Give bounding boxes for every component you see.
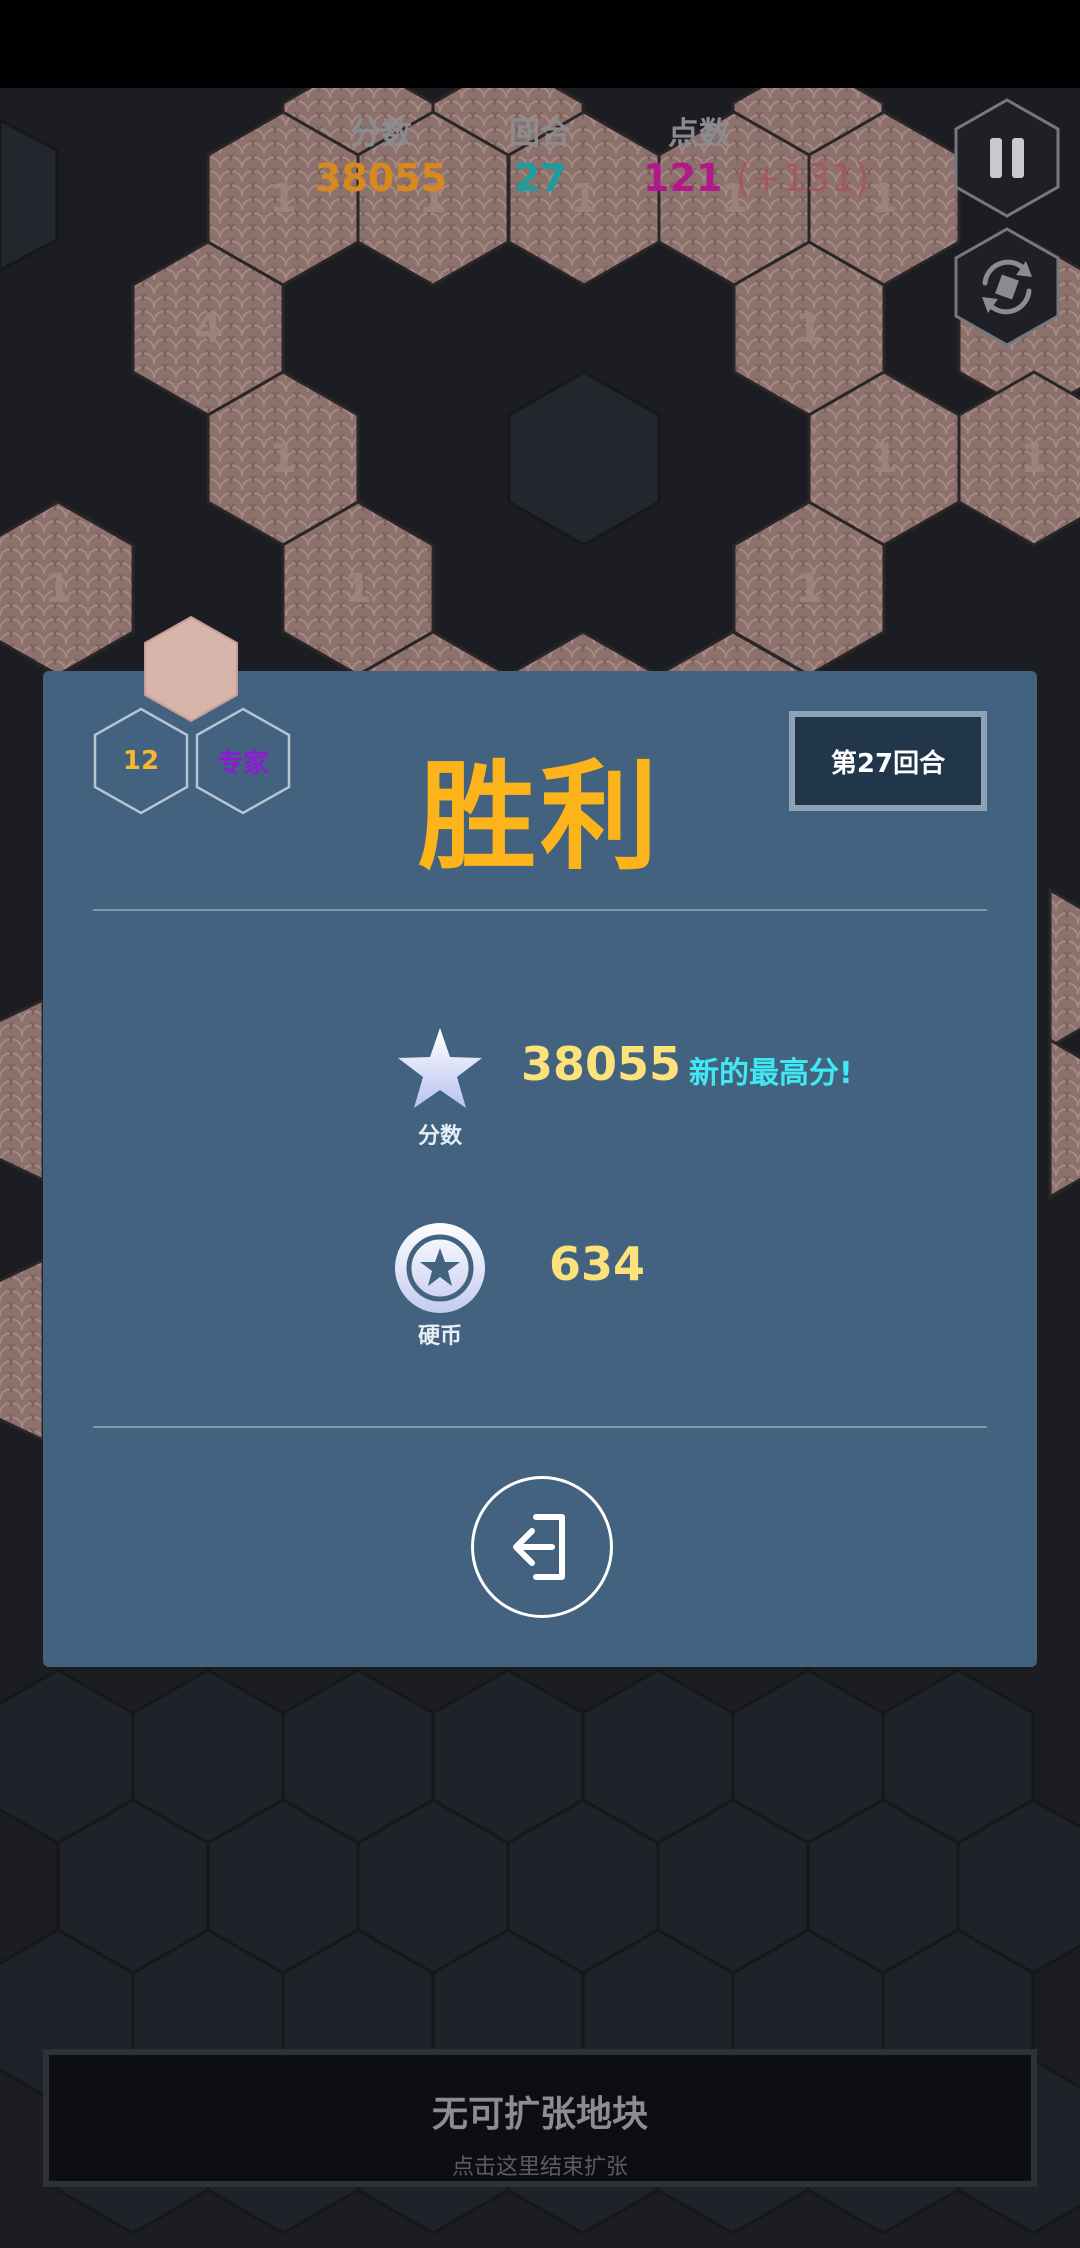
tile-number: 1 [795, 566, 823, 612]
coins-caption: 硬币 [417, 1324, 462, 1349]
round-value: 27 [513, 156, 567, 200]
bottom-divider [93, 1426, 987, 1428]
pause-button[interactable] [952, 98, 1062, 218]
tile-number: 1 [1020, 436, 1048, 482]
tile-number: 1 [795, 306, 823, 352]
star-icon [398, 1028, 482, 1108]
final-score: 38055 [521, 1037, 682, 1091]
tile-number: 1 [344, 566, 372, 612]
end-expansion-button[interactable]: 无可扩张地块 点击这里结束扩张 [43, 2049, 1037, 2187]
new-best-label: 新的最高分! [689, 1056, 853, 1091]
tile-number: 1 [269, 436, 297, 482]
points-display: 121 (+131) [619, 156, 923, 200]
footer-subtitle: 点击这里结束扩张 [451, 2155, 628, 2180]
exit-icon [513, 1514, 565, 1580]
top-divider [93, 909, 987, 911]
footer-title: 无可扩张地块 [431, 2094, 648, 2135]
score-label: 分数 [350, 116, 412, 152]
points-label: 点数 [668, 116, 730, 152]
points-value: 121 [643, 156, 723, 200]
points-bonus: (+131) [735, 156, 870, 200]
score-caption: 分数 [417, 1124, 462, 1149]
tile-number: 4 [194, 306, 222, 352]
shuffle-button[interactable] [952, 227, 1062, 347]
coin-star-icon [395, 1223, 485, 1313]
round-label: 回合 [509, 116, 571, 152]
status-bar [0, 0, 1080, 88]
tile-number: 1 [44, 566, 72, 612]
coins-value: 634 [549, 1237, 646, 1291]
tile-number: 1 [870, 436, 898, 482]
victory-dialog: 12 专家 胜利 第27回合 分数 38055 新的最高分! 硬币 634 [43, 615, 1037, 1667]
round-badge: 第27回合 [789, 711, 987, 811]
exit-button[interactable] [471, 1476, 613, 1618]
